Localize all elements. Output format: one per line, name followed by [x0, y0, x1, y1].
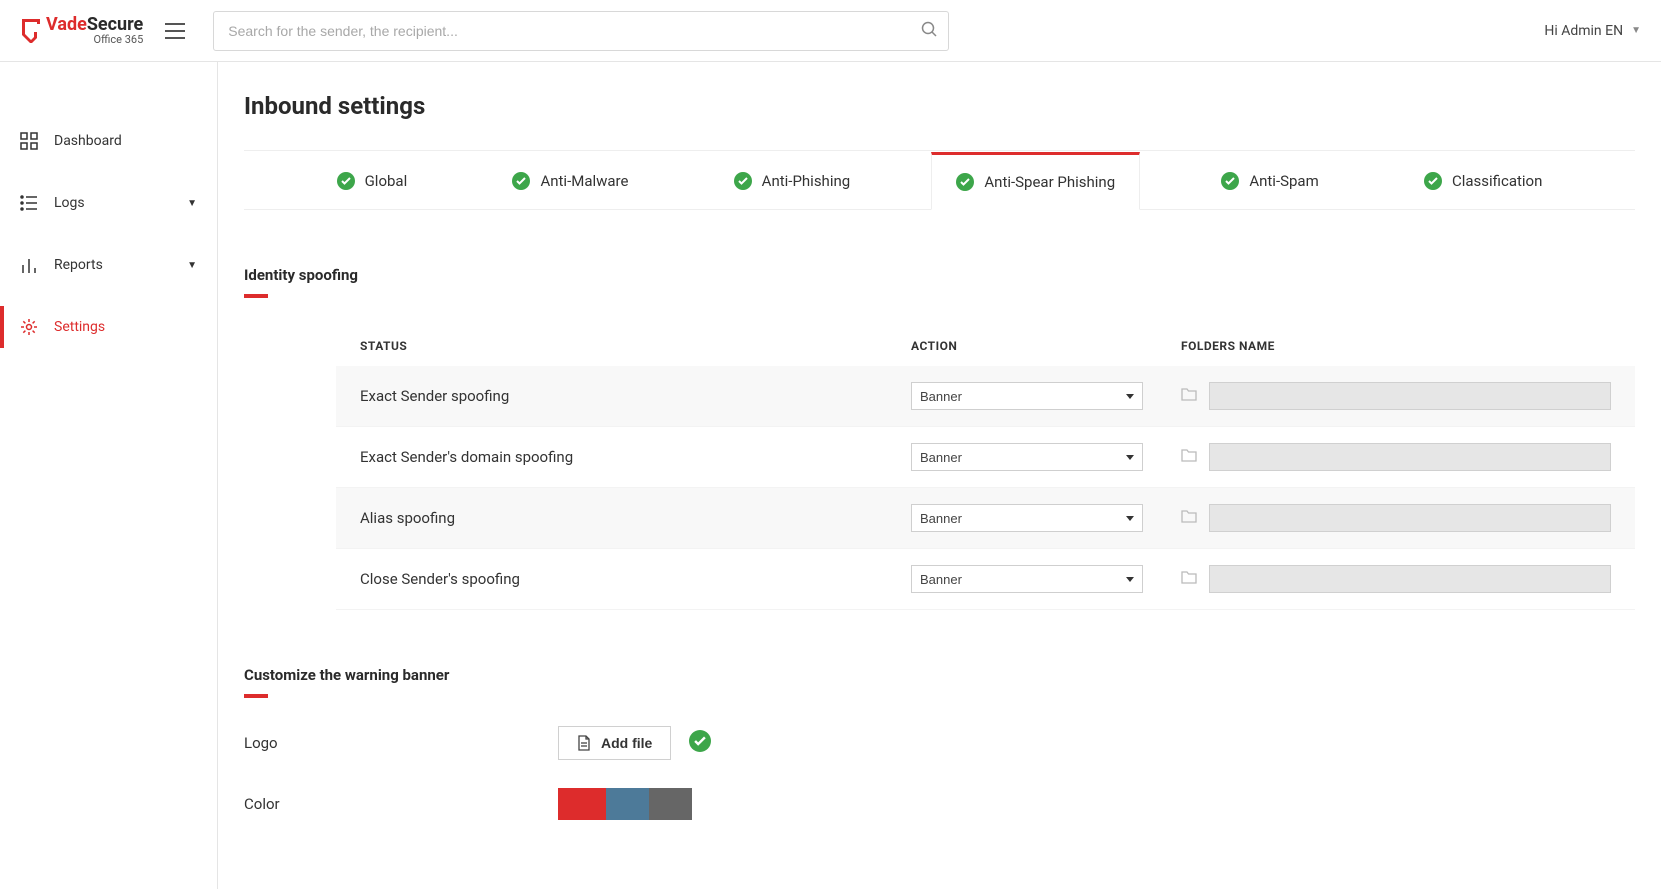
- section-title: Customize the warning banner: [244, 666, 449, 690]
- action-select[interactable]: Banner: [911, 504, 1143, 532]
- folder-input: [1209, 504, 1611, 532]
- file-icon: [577, 735, 591, 751]
- col-status: STATUS: [360, 339, 911, 353]
- folder-input: [1209, 382, 1611, 410]
- bar-chart-icon: [20, 256, 38, 274]
- dashboard-icon: [20, 132, 38, 150]
- hamburger-icon: [165, 23, 185, 39]
- identity-table: STATUS ACTION FOLDERS NAME Exact Sender …: [336, 326, 1635, 610]
- check-circle-icon: [689, 730, 711, 756]
- col-folders: FOLDERS NAME: [1181, 339, 1611, 353]
- color-row: Color: [244, 788, 1635, 820]
- sidebar-item-reports[interactable]: Reports ▼: [0, 234, 217, 296]
- table-row: Alias spoofing Banner: [336, 488, 1635, 549]
- section-identity-spoofing: Identity spoofing STATUS ACTION FOLDERS …: [244, 266, 1635, 610]
- table-row: Close Sender's spoofing Banner: [336, 549, 1635, 610]
- list-icon: [20, 194, 38, 212]
- section-underline: [244, 694, 268, 698]
- brand-subtext: Office 365: [46, 34, 143, 46]
- action-select[interactable]: Banner: [911, 565, 1143, 593]
- check-circle-icon: [337, 172, 355, 190]
- logo-label: Logo: [244, 734, 558, 752]
- user-label: Hi Admin EN: [1544, 23, 1623, 39]
- check-circle-icon: [1221, 172, 1239, 190]
- action-select[interactable]: Banner: [911, 443, 1143, 471]
- search-input[interactable]: [213, 11, 949, 51]
- folder-input: [1209, 565, 1611, 593]
- section-underline: [244, 294, 268, 298]
- tab-classification[interactable]: Classification: [1400, 152, 1566, 210]
- topbar: VadeSecure Office 365 Hi Admin EN ▼: [0, 0, 1661, 62]
- color-swatch-red[interactable]: [558, 788, 606, 820]
- table-row: Exact Sender spoofing Banner: [336, 366, 1635, 427]
- tab-anti-spear-phishing[interactable]: Anti-Spear Phishing: [931, 152, 1140, 210]
- check-circle-icon: [1424, 172, 1442, 190]
- sidebar-item-label: Reports: [54, 257, 103, 273]
- add-file-button[interactable]: Add file: [558, 726, 671, 760]
- check-circle-icon: [956, 173, 974, 191]
- section-warning-banner: Customize the warning banner Logo Add fi…: [244, 666, 1635, 820]
- status-label: Close Sender's spoofing: [360, 570, 911, 588]
- chevron-down-icon: ▼: [187, 260, 197, 271]
- menu-toggle-button[interactable]: [165, 23, 185, 39]
- table-header: STATUS ACTION FOLDERS NAME: [336, 326, 1635, 366]
- brand-logo: VadeSecure Office 365: [20, 15, 143, 47]
- search-icon: [921, 21, 937, 41]
- color-swatches: [558, 788, 692, 820]
- brand-text-suffix: Secure: [87, 14, 143, 35]
- folder-icon: [1181, 570, 1197, 588]
- table-row: Exact Sender's domain spoofing Banner: [336, 427, 1635, 488]
- color-swatch-gray[interactable]: [649, 788, 692, 820]
- folder-icon: [1181, 448, 1197, 466]
- tab-label: Anti-Spam: [1249, 172, 1318, 190]
- sidebar-item-label: Logs: [54, 195, 85, 211]
- tab-label: Classification: [1452, 172, 1542, 190]
- check-circle-icon: [512, 172, 530, 190]
- tab-anti-malware[interactable]: Anti-Malware: [488, 152, 652, 210]
- color-label: Color: [244, 795, 558, 813]
- chevron-down-icon: ▼: [187, 198, 197, 209]
- check-circle-icon: [734, 172, 752, 190]
- tab-anti-spam[interactable]: Anti-Spam: [1197, 152, 1342, 210]
- tab-global[interactable]: Global: [313, 152, 432, 210]
- tab-label: Global: [365, 172, 408, 190]
- gear-icon: [20, 318, 38, 336]
- user-menu[interactable]: Hi Admin EN ▼: [1544, 23, 1641, 39]
- page-title: Inbound settings: [244, 92, 1635, 151]
- folder-input: [1209, 443, 1611, 471]
- brand-text-prefix: Vade: [46, 14, 87, 35]
- sidebar-item-logs[interactable]: Logs ▼: [0, 172, 217, 234]
- status-label: Exact Sender spoofing: [360, 387, 911, 405]
- status-label: Alias spoofing: [360, 509, 911, 527]
- tabs: Global Anti-Malware Anti-Phishing Anti-S…: [244, 151, 1635, 210]
- add-file-label: Add file: [601, 735, 652, 751]
- col-action: ACTION: [911, 339, 1181, 353]
- tab-label: Anti-Phishing: [762, 172, 851, 190]
- logo-row: Logo Add file: [244, 726, 1635, 760]
- action-select[interactable]: Banner: [911, 382, 1143, 410]
- tab-label: Anti-Malware: [540, 172, 628, 190]
- sidebar-item-label: Dashboard: [54, 133, 122, 149]
- sidebar-item-settings[interactable]: Settings: [0, 296, 217, 358]
- sidebar-item-label: Settings: [54, 319, 105, 335]
- folder-icon: [1181, 509, 1197, 527]
- tab-anti-phishing[interactable]: Anti-Phishing: [710, 152, 875, 210]
- section-title: Identity spoofing: [244, 266, 358, 290]
- status-label: Exact Sender's domain spoofing: [360, 448, 911, 466]
- sidebar: Dashboard Logs ▼ Reports ▼ Settings: [0, 62, 218, 889]
- color-swatch-blue[interactable]: [606, 788, 649, 820]
- main-content: Inbound settings Global Anti-Malware Ant…: [218, 62, 1661, 889]
- sidebar-item-dashboard[interactable]: Dashboard: [0, 110, 217, 172]
- folder-icon: [1181, 387, 1197, 405]
- chevron-down-icon: ▼: [1631, 25, 1641, 36]
- search-container: [213, 11, 949, 51]
- tab-label: Anti-Spear Phishing: [984, 173, 1115, 191]
